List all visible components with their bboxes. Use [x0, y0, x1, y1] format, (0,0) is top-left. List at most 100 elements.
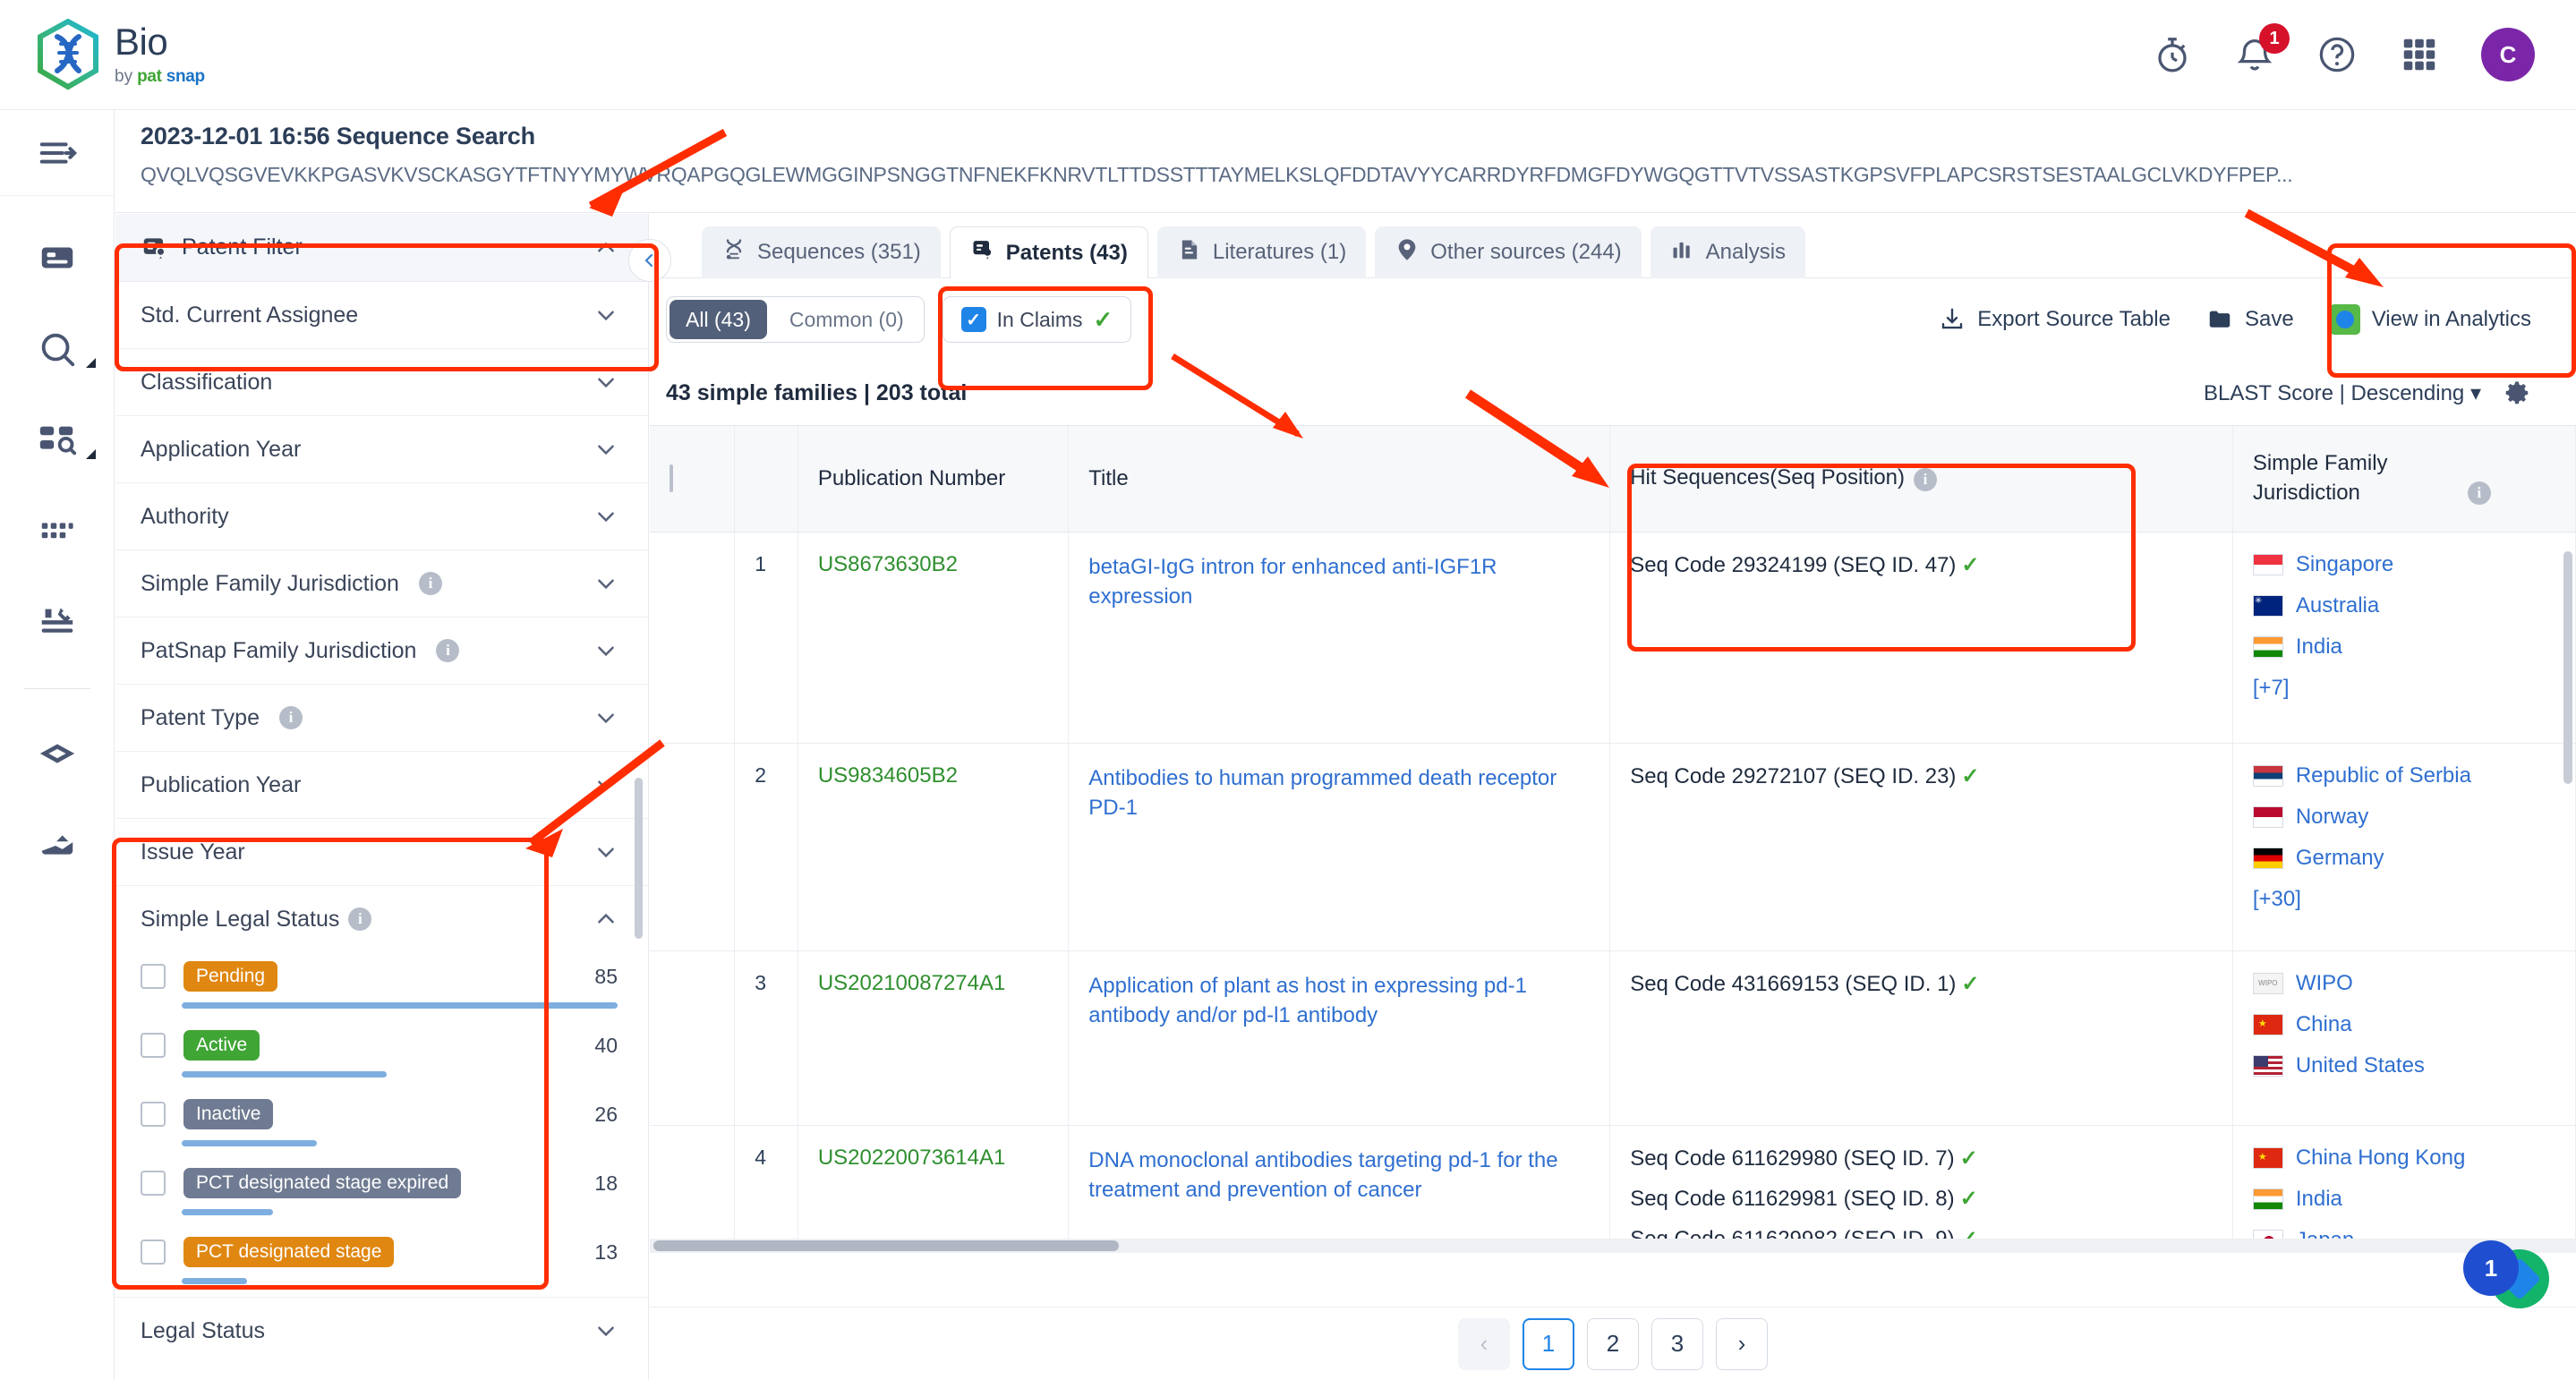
filter-row-patent-type[interactable]: Patent Type i — [115, 685, 648, 752]
chevron-down-icon[interactable] — [594, 840, 618, 864]
title-cell[interactable]: betaGI-IgG intron for enhanced anti-IGF1… — [1068, 532, 1611, 744]
chevron-down-icon[interactable] — [594, 1319, 618, 1342]
brand-logo-area[interactable]: Bio by pat snap — [36, 19, 205, 90]
pagination-prev[interactable]: ‹ — [1458, 1317, 1510, 1370]
hit-sequence-entry[interactable]: Seq Code 431669153 (SEQ ID. 1) ✓ — [1630, 971, 2213, 997]
tab-patents-43-[interactable]: Patents (43) — [949, 226, 1148, 278]
rail-item-grid-icon[interactable] — [0, 486, 114, 577]
info-icon[interactable]: i — [278, 706, 303, 729]
sort-dropdown[interactable]: BLAST Score | Descending ▾ — [2204, 380, 2481, 406]
pagination-page-3[interactable]: 3 — [1651, 1317, 1703, 1370]
jurisdiction-entry[interactable]: India — [2252, 1187, 2555, 1212]
filter-row-patsnap-family-jurisdiction[interactable]: PatSnap Family Jurisdiction i — [115, 618, 648, 685]
info-icon[interactable]: i — [1914, 468, 1938, 492]
chevron-down-icon[interactable] — [594, 639, 618, 662]
jurisdiction-entry[interactable]: Singapore — [2252, 552, 2555, 577]
bell-icon[interactable]: 1 — [2234, 23, 2290, 75]
rail-item-sequence-search-icon[interactable] — [0, 395, 114, 486]
jurisdiction-entry[interactable]: ★ China Hong Kong — [2252, 1146, 2555, 1171]
jurisdiction-entry[interactable]: ✳ Australia — [2252, 593, 2555, 618]
jurisdiction-entry[interactable]: Germany — [2252, 846, 2555, 871]
pagination-next[interactable]: › — [1716, 1317, 1768, 1370]
chevron-up-icon[interactable] — [594, 236, 618, 260]
legal-status-checkbox[interactable] — [141, 1033, 166, 1058]
filter-panel-scrollbar[interactable] — [635, 778, 643, 939]
publication-number-cell[interactable]: US9834605B2 — [798, 743, 1070, 951]
tab-other-sources-244-[interactable]: Other sources (244) — [1375, 226, 1642, 278]
filter-row-application-year[interactable]: Application Year — [115, 416, 648, 483]
chevron-down-icon[interactable] — [594, 371, 618, 394]
chevron-up-icon[interactable] — [594, 907, 618, 931]
hit-sequence-entry[interactable]: Seq Code 611629980 (SEQ ID. 7) ✓ — [1630, 1146, 2213, 1171]
rail-item-upload-icon[interactable] — [0, 800, 114, 891]
info-icon[interactable]: i — [348, 907, 372, 931]
fab-count-button[interactable]: 1 — [2463, 1240, 2519, 1296]
save-button[interactable]: Save — [2206, 306, 2294, 333]
legal-status-checkbox[interactable] — [141, 964, 166, 989]
filter-row-authority[interactable]: Authority — [115, 483, 648, 550]
chevron-down-icon[interactable] — [594, 303, 618, 327]
avatar[interactable]: C — [2481, 28, 2535, 81]
filter-row-issue-year[interactable]: Issue Year — [115, 819, 648, 886]
pagination-page-2[interactable]: 2 — [1587, 1317, 1639, 1370]
gear-icon[interactable] — [2504, 379, 2531, 406]
publication-number-cell[interactable]: US8673630B2 — [798, 532, 1070, 744]
jurisdiction-entry[interactable]: Norway — [2252, 805, 2555, 830]
filter-row-legal-status[interactable]: Legal Status — [115, 1297, 648, 1364]
tab-literatures-1-[interactable]: Literatures (1) — [1156, 226, 1367, 278]
select-all-checkbox[interactable] — [670, 464, 673, 492]
stopwatch-icon[interactable] — [2152, 34, 2193, 75]
pagination-page-1[interactable]: 1 — [1523, 1317, 1574, 1370]
chevron-down-icon[interactable] — [594, 438, 618, 461]
table-horizontal-scrollbar[interactable] — [650, 1239, 2576, 1253]
chevron-down-icon[interactable] — [594, 706, 618, 729]
title-cell[interactable]: Application of plant as host in expressi… — [1068, 950, 1611, 1126]
tab-sequences-351-[interactable]: Sequences (351) — [702, 226, 941, 278]
apps-grid-icon[interactable] — [2399, 34, 2440, 75]
export-source-table-button[interactable]: Export Source Table — [1939, 306, 2171, 333]
hit-sequence-entry[interactable]: Seq Code 29324199 (SEQ ID. 47) ✓ — [1630, 552, 2213, 578]
legal-status-checkbox[interactable] — [141, 1102, 166, 1127]
rail-item-search-icon[interactable] — [0, 303, 114, 395]
publication-number-cell[interactable]: US20220073614A1 — [798, 1125, 1070, 1253]
publication-number-cell[interactable]: US20210087274A1 — [798, 950, 1070, 1126]
jurisdiction-entry[interactable]: Republic of Serbia — [2252, 763, 2555, 788]
patent-filter-header[interactable]: Patent Filter — [115, 214, 648, 282]
rail-item-database-icon[interactable] — [0, 709, 114, 800]
collapse-sidebar-button[interactable] — [628, 239, 671, 282]
in-claims-checkbox[interactable]: ✓ — [960, 307, 986, 332]
jurisdiction-more-link[interactable]: [+30] — [2253, 887, 2555, 912]
hit-sequence-entry[interactable]: Seq Code 611629981 (SEQ ID. 8) ✓ — [1630, 1186, 2213, 1212]
title-cell[interactable]: Antibodies to human programmed death rec… — [1068, 743, 1611, 951]
rail-item-library-icon[interactable] — [0, 212, 114, 303]
filter-row-publication-year[interactable]: Publication Year — [115, 752, 648, 819]
help-icon[interactable] — [2316, 34, 2358, 75]
horizontal-scroll-thumb[interactable] — [653, 1240, 1119, 1251]
info-icon[interactable]: i — [436, 639, 460, 662]
chevron-down-icon[interactable] — [594, 572, 618, 595]
hit-sequence-entry[interactable]: Seq Code 29272107 (SEQ ID. 23) ✓ — [1630, 763, 2213, 789]
in-claims-filter-toggle[interactable]: ✓ In Claims ✓ — [942, 296, 1132, 343]
info-icon[interactable]: i — [2467, 481, 2491, 506]
jurisdiction-entry[interactable]: WIPO WIPO — [2252, 971, 2555, 996]
segment-all[interactable]: All (43) — [670, 300, 767, 339]
filter-row-simple-family-jurisdiction[interactable]: Simple Family Jurisdiction i — [115, 550, 648, 618]
legal-status-checkbox[interactable] — [141, 1171, 166, 1196]
info-icon[interactable]: i — [418, 572, 442, 595]
filter-section-simple-legal-status[interactable]: Simple Legal Status i — [115, 886, 648, 952]
view-in-analytics-button[interactable]: View in Analytics — [2329, 304, 2531, 335]
jurisdiction-entry[interactable]: India — [2252, 635, 2555, 660]
jurisdiction-more-link[interactable]: [+7] — [2253, 676, 2555, 701]
filter-row-classification[interactable]: Classification — [115, 349, 648, 416]
table-vertical-scrollbar[interactable] — [2563, 551, 2572, 784]
tab-analysis[interactable]: Analysis — [1650, 226, 1806, 278]
segment-common[interactable]: Common (0) — [770, 297, 924, 342]
jurisdiction-entry[interactable]: ★ China — [2252, 1012, 2555, 1037]
title-cell[interactable]: DNA monoclonal antibodies targeting pd-1… — [1068, 1125, 1611, 1253]
collapse-menu-icon[interactable] — [0, 132, 114, 174]
filter-row-std-current-assignee[interactable]: Std. Current Assignee — [115, 282, 648, 349]
chevron-down-icon[interactable] — [594, 505, 618, 528]
jurisdiction-entry[interactable]: United States — [2252, 1053, 2555, 1078]
rail-item-tools-icon[interactable] — [0, 577, 114, 669]
chevron-down-icon[interactable] — [594, 773, 618, 796]
